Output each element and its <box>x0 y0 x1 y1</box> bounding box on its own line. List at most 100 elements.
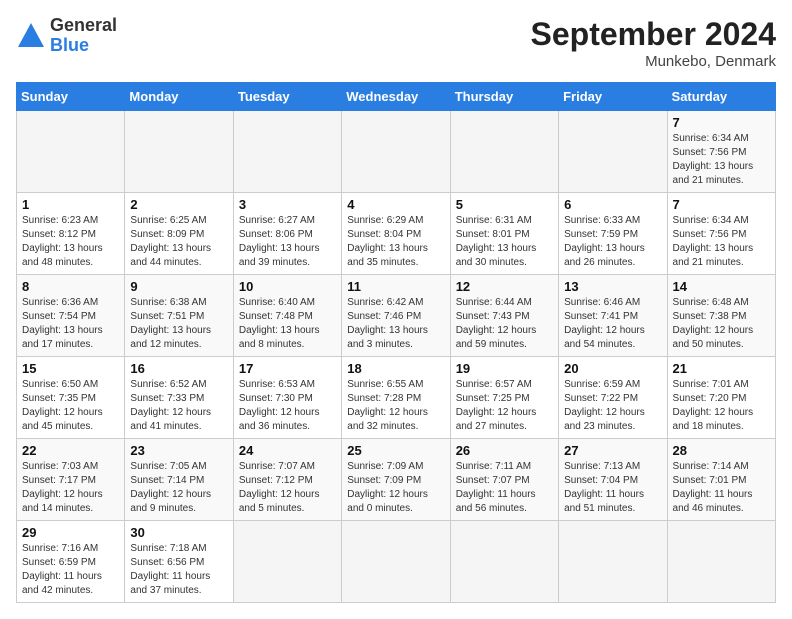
day-number: 3 <box>239 197 336 212</box>
calendar-day-17: 17 Sunrise: 6:53 AMSunset: 7:30 PMDayligh… <box>233 357 341 439</box>
empty-cell <box>559 111 667 193</box>
calendar-day-9: 9Sunrise: 6:38 AMSunset: 7:51 PMDaylight… <box>125 275 233 357</box>
day-info: Sunrise: 6:42 AMSunset: 7:46 PMDaylight:… <box>347 296 444 352</box>
calendar-day-10: 10Sunrise: 6:40 AMSunset: 7:48 PMDayligh… <box>233 275 341 357</box>
weekday-header-thursday: Thursday <box>450 83 558 111</box>
day-number: 23 <box>130 443 227 458</box>
empty-cell <box>17 111 125 193</box>
logo-icon <box>16 21 46 51</box>
calendar-week-3: 15 Sunrise: 6:50 AMSunset: 7:35 PMDayligh… <box>17 357 776 439</box>
day-info: Sunrise: 6:36 AMSunset: 7:54 PMDaylight:… <box>22 296 119 352</box>
empty-cell <box>125 111 233 193</box>
day-info: Sunrise: 6:29 AMSunset: 8:04 PMDaylight:… <box>347 214 444 270</box>
day-info: Sunrise: 7:09 AMSunset: 7:09 PMDaylight:… <box>347 460 444 516</box>
day-number: 22 <box>22 443 119 458</box>
day-number: 18 <box>347 361 444 376</box>
weekday-header-saturday: Saturday <box>667 83 775 111</box>
weekday-header-friday: Friday <box>559 83 667 111</box>
empty-cell <box>450 521 558 603</box>
calendar-day-25: 25 Sunrise: 7:09 AMSunset: 7:09 PMDayligh… <box>342 439 450 521</box>
calendar-day-29: 29Sunrise: 7:16 AMSunset: 6:59 PMDayligh… <box>17 521 125 603</box>
calendar-day-23: 23Sunrise: 7:05 AMSunset: 7:14 PMDayligh… <box>125 439 233 521</box>
location: Munkebo, Denmark <box>531 53 776 70</box>
calendar-week-2: 8 Sunrise: 6:36 AMSunset: 7:54 PMDaylight… <box>17 275 776 357</box>
day-info: Sunrise: 7:03 AMSunset: 7:17 PMDaylight:… <box>22 460 119 516</box>
calendar-day-2: 2 Sunrise: 6:25 AMSunset: 8:09 PMDaylight… <box>125 193 233 275</box>
day-info: Sunrise: 6:53 AMSunset: 7:30 PMDaylight:… <box>239 378 336 434</box>
calendar-day-12: 12Sunrise: 6:44 AMSunset: 7:43 PMDayligh… <box>450 275 558 357</box>
day-number: 14 <box>673 279 770 294</box>
day-info: Sunrise: 6:23 AMSunset: 8:12 PMDaylight:… <box>22 214 119 270</box>
day-number: 4 <box>347 197 444 212</box>
day-info: Sunrise: 7:11 AMSunset: 7:07 PMDaylight:… <box>456 460 553 516</box>
calendar-week-0: 7 Sunrise: 6:34 AMSunset: 7:56 PMDaylight… <box>17 111 776 193</box>
month-title: September 2024 <box>531 16 776 53</box>
day-number: 16 <box>130 361 227 376</box>
day-info: Sunrise: 6:38 AMSunset: 7:51 PMDaylight:… <box>130 296 227 352</box>
calendar-day-27: 27 Sunrise: 7:13 AMSunset: 7:04 PMDayligh… <box>559 439 667 521</box>
day-number: 27 <box>564 443 661 458</box>
empty-cell <box>559 521 667 603</box>
calendar-day-21: 21Sunrise: 7:01 AMSunset: 7:20 PMDayligh… <box>667 357 775 439</box>
logo-line2: Blue <box>50 36 117 56</box>
calendar-day-15: 15 Sunrise: 6:50 AMSunset: 7:35 PMDayligh… <box>17 357 125 439</box>
day-info: Sunrise: 6:57 AMSunset: 7:25 PMDaylight:… <box>456 378 553 434</box>
calendar-day-28: 28 Sunrise: 7:14 AMSunset: 7:01 PMDayligh… <box>667 439 775 521</box>
logo-text: General Blue <box>50 16 117 56</box>
day-info: Sunrise: 7:16 AMSunset: 6:59 PMDaylight:… <box>22 542 119 598</box>
day-info: Sunrise: 6:31 AMSunset: 8:01 PMDaylight:… <box>456 214 553 270</box>
calendar-day-22: 22 Sunrise: 7:03 AMSunset: 7:17 PMDayligh… <box>17 439 125 521</box>
day-info: Sunrise: 6:34 AMSunset: 7:56 PMDaylight:… <box>673 132 770 188</box>
weekday-header-row: SundayMondayTuesdayWednesdayThursdayFrid… <box>17 83 776 111</box>
day-number: 19 <box>456 361 553 376</box>
calendar-day-24: 24Sunrise: 7:07 AMSunset: 7:12 PMDayligh… <box>233 439 341 521</box>
empty-cell <box>342 521 450 603</box>
day-number: 13 <box>564 279 661 294</box>
day-info: Sunrise: 6:27 AMSunset: 8:06 PMDaylight:… <box>239 214 336 270</box>
day-number: 21 <box>673 361 770 376</box>
day-number: 6 <box>564 197 661 212</box>
empty-cell <box>450 111 558 193</box>
calendar-week-5: 29Sunrise: 7:16 AMSunset: 6:59 PMDayligh… <box>17 521 776 603</box>
weekday-header-sunday: Sunday <box>17 83 125 111</box>
empty-cell <box>233 111 341 193</box>
empty-cell <box>667 521 775 603</box>
empty-cell <box>233 521 341 603</box>
day-number: 5 <box>456 197 553 212</box>
calendar-day-8: 8 Sunrise: 6:36 AMSunset: 7:54 PMDaylight… <box>17 275 125 357</box>
day-info: Sunrise: 6:25 AMSunset: 8:09 PMDaylight:… <box>130 214 227 270</box>
calendar-day-4: 4 Sunrise: 6:29 AMSunset: 8:04 PMDaylight… <box>342 193 450 275</box>
day-number: 7 <box>673 197 770 212</box>
calendar-week-4: 22 Sunrise: 7:03 AMSunset: 7:17 PMDayligh… <box>17 439 776 521</box>
day-number: 28 <box>673 443 770 458</box>
day-number: 25 <box>347 443 444 458</box>
day-number: 11 <box>347 279 444 294</box>
day-number: 30 <box>130 525 227 540</box>
calendar-day-30: 30Sunrise: 7:18 AMSunset: 6:56 PMDayligh… <box>125 521 233 603</box>
weekday-header-wednesday: Wednesday <box>342 83 450 111</box>
day-number: 17 <box>239 361 336 376</box>
calendar-day-11: 11 Sunrise: 6:42 AMSunset: 7:46 PMDayligh… <box>342 275 450 357</box>
title-block: September 2024 Munkebo, Denmark <box>531 16 776 70</box>
calendar-day-20: 20Sunrise: 6:59 AMSunset: 7:22 PMDayligh… <box>559 357 667 439</box>
calendar-table: SundayMondayTuesdayWednesdayThursdayFrid… <box>16 82 776 603</box>
day-info: Sunrise: 6:52 AMSunset: 7:33 PMDaylight:… <box>130 378 227 434</box>
day-number: 2 <box>130 197 227 212</box>
day-number: 8 <box>22 279 119 294</box>
page-header: General Blue September 2024 Munkebo, Den… <box>16 16 776 70</box>
calendar-day-16: 16 Sunrise: 6:52 AMSunset: 7:33 PMDayligh… <box>125 357 233 439</box>
day-info: Sunrise: 6:50 AMSunset: 7:35 PMDaylight:… <box>22 378 119 434</box>
day-info: Sunrise: 6:34 AMSunset: 7:56 PMDaylight:… <box>673 214 770 270</box>
empty-cell <box>342 111 450 193</box>
calendar-day-3: 3 Sunrise: 6:27 AMSunset: 8:06 PMDaylight… <box>233 193 341 275</box>
day-info: Sunrise: 7:13 AMSunset: 7:04 PMDaylight:… <box>564 460 661 516</box>
calendar-day-1: 1Sunrise: 6:23 AMSunset: 8:12 PMDaylight… <box>17 193 125 275</box>
weekday-header-tuesday: Tuesday <box>233 83 341 111</box>
calendar-day-5: 5 Sunrise: 6:31 AMSunset: 8:01 PMDaylight… <box>450 193 558 275</box>
logo-line1: General <box>50 16 117 36</box>
logo: General Blue <box>16 16 117 56</box>
day-number: 15 <box>22 361 119 376</box>
day-number: 7 <box>673 115 770 130</box>
day-info: Sunrise: 7:14 AMSunset: 7:01 PMDaylight:… <box>673 460 770 516</box>
day-info: Sunrise: 6:44 AMSunset: 7:43 PMDaylight:… <box>456 296 553 352</box>
